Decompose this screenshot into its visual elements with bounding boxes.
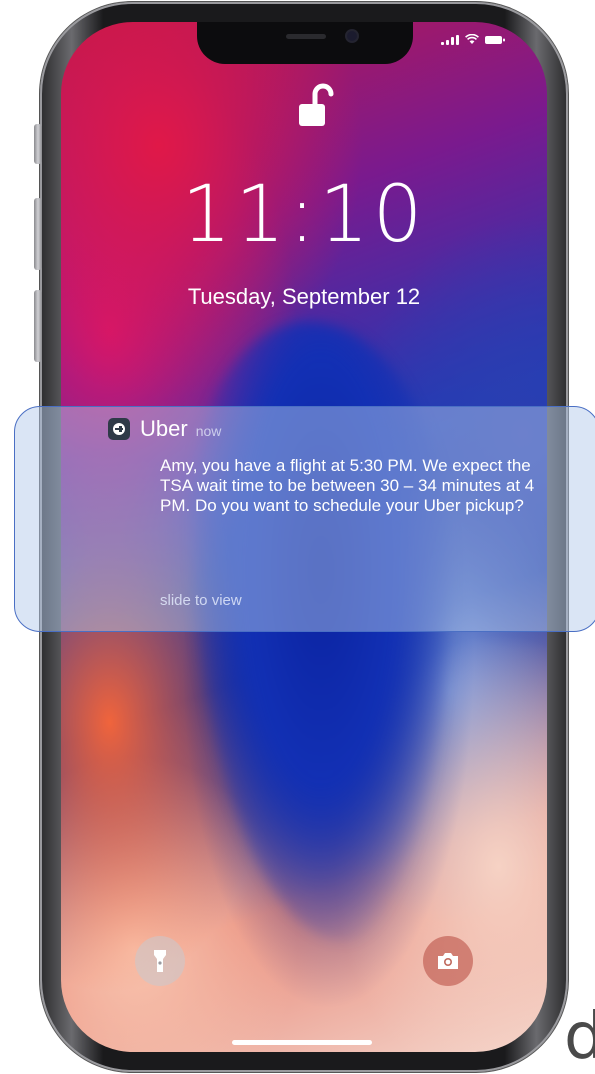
wifi-icon <box>465 34 479 44</box>
signal-icon <box>441 34 459 45</box>
front-camera <box>347 31 357 41</box>
battery-icon <box>485 35 505 44</box>
camera-button[interactable] <box>423 936 473 986</box>
screenshot-canvas: 11:10 Tuesday, September 12 Uber now Amy… <box>0 0 595 1074</box>
uber-app-icon <box>108 418 130 440</box>
volume-up-button <box>34 198 42 270</box>
notification-timestamp: now <box>195 423 222 439</box>
earpiece-speaker <box>286 34 326 39</box>
flashlight-button[interactable] <box>135 936 185 986</box>
notification-hint: slide to view <box>160 592 242 609</box>
lock-screen-time: 11:10 <box>181 170 427 260</box>
mute-switch <box>34 124 42 164</box>
notification-message: Amy, you have a flight at 5:30 PM. We ex… <box>160 456 535 515</box>
status-bar <box>441 34 505 45</box>
unlocked-padlock-icon <box>299 83 334 126</box>
notification-app-name: Uber <box>140 416 188 441</box>
notification-header: Uber now <box>108 416 221 442</box>
camera-icon <box>438 953 458 969</box>
notch <box>197 22 413 64</box>
volume-down-button <box>34 290 42 362</box>
notification-card[interactable] <box>14 406 595 632</box>
home-indicator[interactable] <box>232 1040 372 1045</box>
flashlight-icon <box>154 950 166 972</box>
cropped-text-fragment: d <box>564 1000 595 1074</box>
lock-screen-date: Tuesday, September 12 <box>187 284 421 309</box>
